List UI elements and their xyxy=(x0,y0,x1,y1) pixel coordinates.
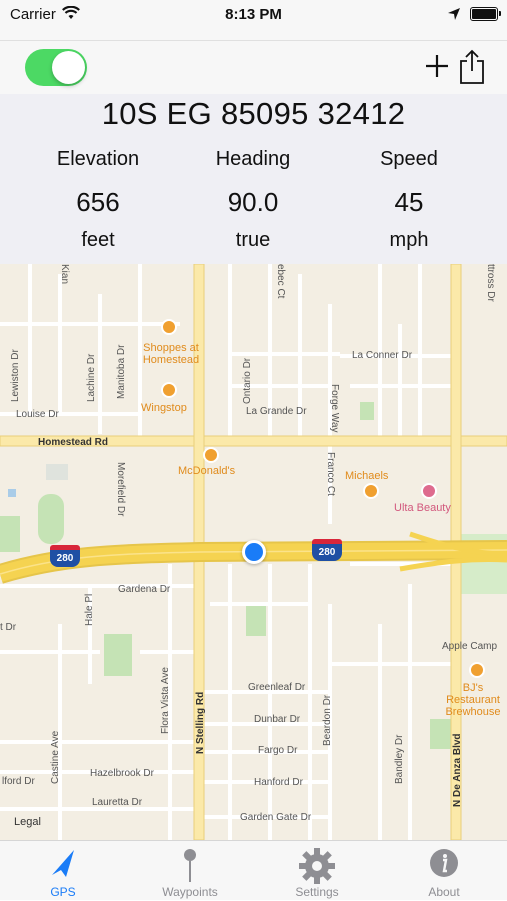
street-label-lauretta: Lauretta Dr xyxy=(92,797,143,808)
street-label-quebec: ebec Ct xyxy=(275,264,286,299)
street-label-forge: Forge Way xyxy=(329,384,340,433)
street-label-lewiston: Lewiston Dr xyxy=(10,349,21,402)
restaurant-poi-icon[interactable] xyxy=(203,447,219,463)
street-label-gardena: Gardena Dr xyxy=(118,584,171,595)
heading-label: Heading xyxy=(215,148,291,170)
speed-value: 45 xyxy=(394,187,424,217)
elevation-unit: feet xyxy=(81,229,115,251)
shopping-poi-icon[interactable] xyxy=(161,319,177,335)
current-location-dot xyxy=(242,540,266,564)
tab-about-label: About xyxy=(428,885,460,899)
tab-gps[interactable]: GPS xyxy=(0,841,126,901)
street-label-manitoba: Manitoba Dr xyxy=(116,344,127,399)
highway-shield-280: 280 xyxy=(312,539,342,561)
toggle-knob xyxy=(52,51,85,84)
status-bar: Carrier 8:13 PM xyxy=(0,0,507,40)
pin-icon xyxy=(184,849,196,882)
elevation-label: Elevation xyxy=(56,148,140,170)
street-label-hale: Hale Pl xyxy=(84,593,95,626)
poi-michaels[interactable]: Michaels xyxy=(345,470,388,482)
gear-icon xyxy=(299,848,335,884)
street-label-dunbar: Dunbar Dr xyxy=(254,714,301,725)
restaurant-poi-icon[interactable] xyxy=(161,382,177,398)
street-label-kian: Kian xyxy=(59,264,70,285)
street-label-louise: Louise Dr xyxy=(16,409,59,420)
share-button[interactable] xyxy=(458,49,486,85)
street-label-ontario: Ontario Dr xyxy=(242,357,253,404)
tab-settings-label: Settings xyxy=(295,885,339,899)
speed-label: Speed xyxy=(380,148,438,170)
poi-wingstop[interactable]: Wingstop xyxy=(141,402,187,414)
clock: 8:13 PM xyxy=(225,6,282,23)
street-label-hanford: Hanford Dr xyxy=(254,777,303,788)
legal-link[interactable]: Legal xyxy=(14,816,41,828)
map-view[interactable]: Homestead Rd Gardena Dr Greenleaf Dr Dun… xyxy=(0,264,507,840)
street-label-de-anza: N De Anza Blvd xyxy=(452,733,463,807)
street-label-homestead: Homestead Rd xyxy=(38,437,109,448)
toolbar xyxy=(0,40,507,94)
tab-bar: GPS Waypoints Settings About xyxy=(0,840,507,900)
highway-shield-280: 280 xyxy=(50,545,80,567)
poi-apple-campus[interactable]: Apple Camp xyxy=(442,641,497,652)
street-label-morefield: Morefield Dr xyxy=(115,462,126,517)
heading-value: 90.0 xyxy=(227,187,279,217)
heading-unit: true xyxy=(235,229,271,251)
street-label-stelling: N Stelling Rd xyxy=(195,691,206,754)
mgrs-coordinates: 10S EG 85095 32412 xyxy=(101,96,406,131)
street-label-bandley: Bandley Dr xyxy=(394,734,405,784)
street-label-garden-gate: Garden Gate Dr xyxy=(240,812,312,823)
street-label-flora-vista: Flora Vista Ave xyxy=(160,667,171,734)
restaurant-poi-icon[interactable] xyxy=(469,662,485,678)
heading-column: Heading 90.0 true xyxy=(178,148,328,252)
street-label-la-conner: La Conner Dr xyxy=(352,350,413,361)
poi-mcdonalds[interactable]: McDonald's xyxy=(178,465,235,477)
shopping-poi-icon[interactable] xyxy=(363,483,379,499)
poi-shoppes-at-homestead[interactable]: Shoppes at Homestead xyxy=(136,342,206,366)
beauty-poi-icon[interactable] xyxy=(421,483,437,499)
info-icon xyxy=(430,849,458,877)
poi-ulta-beauty[interactable]: Ulta Beauty xyxy=(394,502,451,514)
street-label-castine: Castine Ave xyxy=(50,730,61,784)
street-label-beardon: Beardon Dr xyxy=(322,694,333,746)
street-label-fargo: Fargo Dr xyxy=(258,745,298,756)
elevation-column: Elevation 656 feet xyxy=(23,148,173,252)
speed-unit: mph xyxy=(389,229,429,251)
street-label-tross: ttross Dr xyxy=(485,264,496,302)
tab-waypoints[interactable]: Waypoints xyxy=(127,841,253,901)
tab-settings[interactable]: Settings xyxy=(254,841,380,901)
tab-waypoints-label: Waypoints xyxy=(162,885,218,899)
street-label-greenleaf: Greenleaf Dr xyxy=(248,682,306,693)
street-label-ford: lford Dr xyxy=(2,776,35,787)
speed-column: Speed 45 mph xyxy=(334,148,484,252)
battery-icon xyxy=(470,7,501,21)
street-label-franco: Franco Ct xyxy=(325,452,336,496)
add-waypoint-button[interactable] xyxy=(424,53,450,79)
tab-gps-label: GPS xyxy=(50,885,76,899)
gps-info-panel: 10S EG 85095 32412 Elevation 656 feet He… xyxy=(0,94,507,264)
street-label-t-dr: t Dr xyxy=(0,622,17,633)
tracking-toggle[interactable] xyxy=(25,49,87,86)
street-label-lachine: Lachine Dr xyxy=(86,353,97,402)
location-services-icon xyxy=(448,8,460,20)
street-label-hazelbrook: Hazelbrook Dr xyxy=(90,768,154,779)
tab-about[interactable]: About xyxy=(381,841,507,901)
elevation-value: 656 xyxy=(76,187,120,217)
street-label-la-grande: La Grande Dr xyxy=(246,406,307,417)
location-arrow-icon xyxy=(52,850,74,877)
poi-bjs-restaurant[interactable]: BJ's Restaurant Brewhouse xyxy=(438,682,507,718)
